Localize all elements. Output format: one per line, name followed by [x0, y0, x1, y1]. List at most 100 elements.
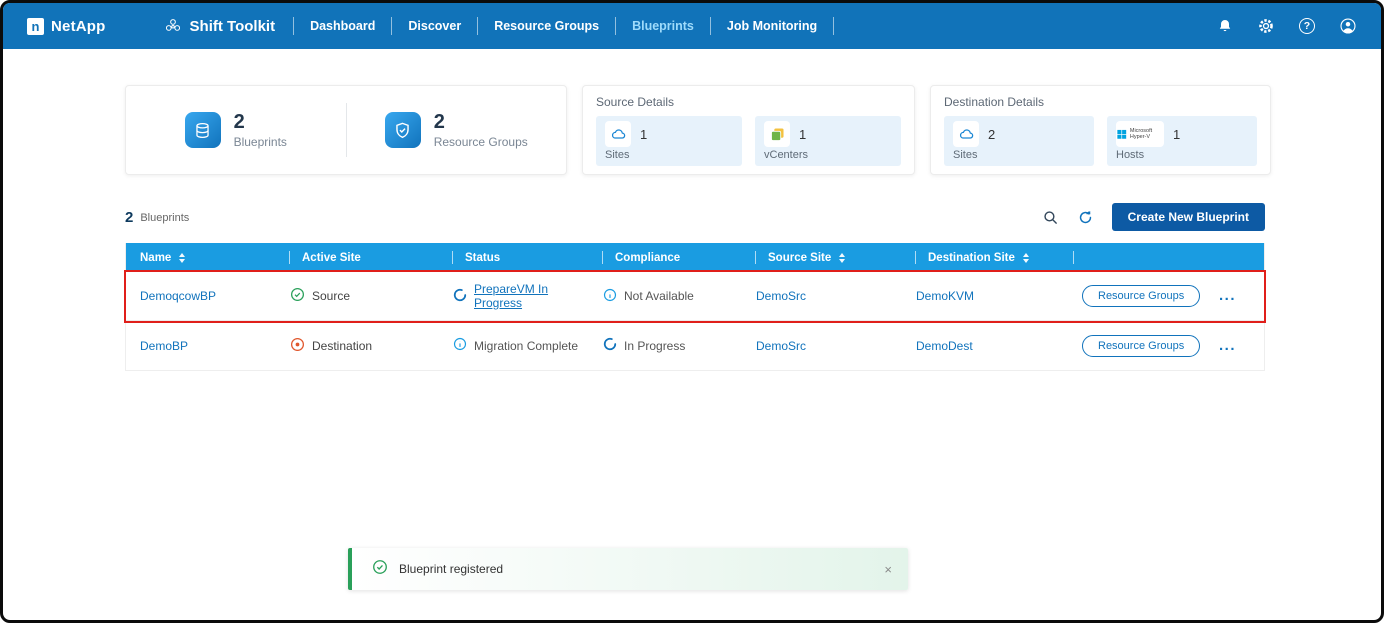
- column-header-compliance[interactable]: Compliance: [589, 243, 742, 272]
- help-icon[interactable]: ?: [1298, 17, 1316, 35]
- search-icon[interactable]: [1042, 208, 1060, 226]
- netapp-wordmark: NetApp: [51, 18, 106, 35]
- source-sites-label: Sites: [605, 149, 733, 162]
- column-header-name[interactable]: Name: [126, 243, 276, 272]
- source-sites-count: 1: [640, 127, 733, 142]
- info-icon: [453, 337, 467, 354]
- blueprints-database-icon: [185, 112, 221, 148]
- refresh-icon[interactable]: [1077, 208, 1095, 226]
- column-header-status[interactable]: Status: [439, 243, 589, 272]
- resource-groups-button[interactable]: Resource Groups: [1082, 285, 1200, 307]
- source-vcenters-tile[interactable]: 1 vCenters: [755, 116, 901, 166]
- status-cell: PrepareVM In Progress: [439, 282, 589, 310]
- nav-item-blueprints[interactable]: Blueprints: [616, 17, 711, 35]
- blueprints-table: Name Active Site Status Compliance Sourc…: [125, 243, 1265, 371]
- source-vcenters-label: vCenters: [764, 149, 892, 162]
- destination-site-cell: DemoDest: [902, 339, 1060, 353]
- source-site-link[interactable]: DemoSrc: [756, 339, 806, 353]
- destination-sites-count: 2: [988, 127, 1085, 142]
- app-title: Shift Toolkit: [190, 18, 276, 35]
- source-site-cell: DemoSrc: [742, 339, 902, 353]
- blueprints-count-label: Blueprints: [234, 135, 287, 149]
- destination-circle-icon: [290, 337, 305, 355]
- resource-groups-button[interactable]: Resource Groups: [1082, 335, 1200, 357]
- shift-toolkit-logo[interactable]: Shift Toolkit: [164, 17, 294, 35]
- toast-close-icon[interactable]: ×: [884, 562, 892, 577]
- status-link[interactable]: PrepareVM In Progress: [474, 282, 589, 310]
- status-cell: Migration Complete: [439, 337, 589, 354]
- resource-groups-count-block[interactable]: 2 Resource Groups: [347, 112, 567, 149]
- destination-details-title: Destination Details: [944, 95, 1257, 109]
- check-circle-icon: [290, 287, 305, 305]
- column-header-source-site[interactable]: Source Site: [742, 243, 902, 272]
- destination-hosts-label: Hosts: [1116, 149, 1248, 162]
- toast-notification: Blueprint registered ×: [348, 548, 908, 590]
- create-new-blueprint-button[interactable]: Create New Blueprint: [1112, 203, 1265, 231]
- blueprints-section-title: Blueprints: [140, 212, 189, 224]
- sort-icon[interactable]: [179, 253, 185, 263]
- navbar-actions: ?: [1216, 17, 1357, 35]
- sort-icon[interactable]: [1023, 253, 1029, 263]
- blueprint-name-link[interactable]: DemoqcowBP: [140, 289, 216, 303]
- row-more-menu-button[interactable]: ...: [1219, 293, 1236, 299]
- resource-groups-count: 2: [434, 112, 528, 133]
- destination-details-panel: Destination Details 2 Sites: [930, 85, 1271, 175]
- cloud-icon: [953, 121, 979, 147]
- destination-site-cell: DemoKVM: [902, 289, 1060, 303]
- info-icon: [603, 288, 617, 305]
- netapp-mark-icon: n: [27, 18, 44, 35]
- hyperv-caption: Microsoft Hyper-V: [1130, 128, 1164, 141]
- settings-gear-icon[interactable]: [1257, 17, 1275, 35]
- counts-card: 2 Blueprints 2 Resource Groups: [125, 85, 567, 175]
- compliance-cell: In Progress: [589, 337, 742, 354]
- source-site-link[interactable]: DemoSrc: [756, 289, 806, 303]
- table-row[interactable]: DemoBP Destination Migration Complete: [126, 321, 1264, 370]
- source-details-panel: Source Details 1 Sites: [582, 85, 915, 175]
- destination-sites-tile[interactable]: 2 Sites: [944, 116, 1094, 166]
- nav-item-job-monitoring[interactable]: Job Monitoring: [711, 17, 834, 35]
- resource-groups-shield-icon: [385, 112, 421, 148]
- destination-site-link[interactable]: DemoDest: [916, 339, 973, 353]
- vcenter-icon: [764, 121, 790, 147]
- toast-message: Blueprint registered: [399, 562, 503, 576]
- hyperv-icon: Microsoft Hyper-V: [1116, 121, 1164, 147]
- sort-icon[interactable]: [839, 253, 845, 263]
- destination-site-link[interactable]: DemoKVM: [916, 289, 974, 303]
- table-header: Name Active Site Status Compliance Sourc…: [126, 243, 1264, 272]
- account-icon[interactable]: [1339, 17, 1357, 35]
- source-vcenters-count: 1: [799, 127, 892, 142]
- main-nav: Dashboard Discover Resource Groups Bluep…: [293, 16, 834, 36]
- app-window: n NetApp Shift Toolkit Dashboard Discove…: [0, 0, 1384, 623]
- netapp-logo[interactable]: n NetApp: [27, 18, 106, 35]
- blueprint-name-cell: DemoqcowBP: [126, 289, 276, 303]
- nav-item-discover[interactable]: Discover: [392, 17, 478, 35]
- source-details-title: Source Details: [596, 95, 901, 109]
- blueprints-section-header: 2 Blueprints Create New Blueprint: [125, 203, 1265, 231]
- notifications-bell-icon[interactable]: [1216, 17, 1234, 35]
- actions-cell: Resource Groups ...: [1060, 285, 1264, 307]
- top-navbar: n NetApp Shift Toolkit Dashboard Discove…: [3, 3, 1381, 49]
- source-sites-tile[interactable]: 1 Sites: [596, 116, 742, 166]
- compliance-cell: Not Available: [589, 288, 742, 305]
- destination-hosts-tile[interactable]: Microsoft Hyper-V 1 Hosts: [1107, 116, 1257, 166]
- row-more-menu-button[interactable]: ...: [1219, 343, 1236, 349]
- nav-item-resource-groups[interactable]: Resource Groups: [478, 17, 616, 35]
- source-site-cell: DemoSrc: [742, 289, 902, 303]
- column-header-active-site[interactable]: Active Site: [276, 243, 439, 272]
- active-site-cell: Source: [276, 287, 439, 305]
- column-header-actions: [1060, 243, 1264, 272]
- in-progress-spinner-icon: [453, 288, 467, 305]
- blueprint-name-link[interactable]: DemoBP: [140, 339, 188, 353]
- blueprints-count: 2: [234, 112, 287, 133]
- summary-cards: 2 Blueprints 2 Resource Groups S: [125, 85, 1265, 175]
- nav-item-dashboard[interactable]: Dashboard: [293, 17, 392, 35]
- resource-groups-count-label: Resource Groups: [434, 135, 528, 149]
- actions-cell: Resource Groups ...: [1060, 335, 1264, 357]
- column-header-destination-site[interactable]: Destination Site: [902, 243, 1060, 272]
- destination-hosts-count: 1: [1173, 127, 1248, 142]
- destination-sites-label: Sites: [953, 149, 1085, 162]
- shift-toolkit-icon: [164, 17, 182, 35]
- blueprints-count-block[interactable]: 2 Blueprints: [126, 112, 346, 149]
- toast-check-icon: [372, 559, 388, 580]
- table-row[interactable]: DemoqcowBP Source PrepareVM In Progress: [126, 272, 1264, 321]
